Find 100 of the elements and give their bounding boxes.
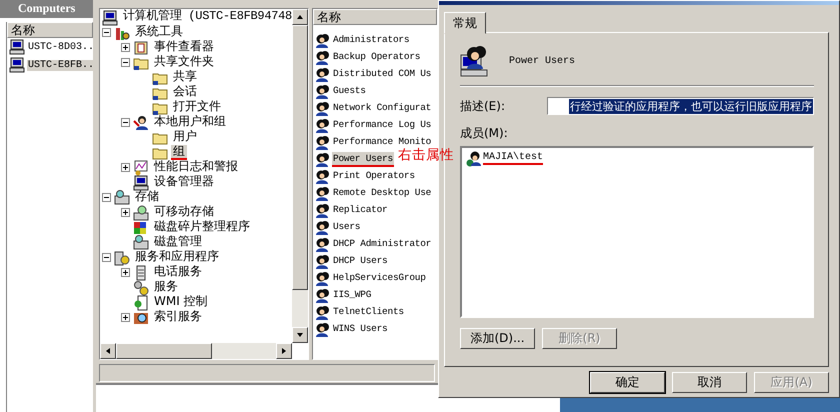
- users-icon: [315, 202, 331, 218]
- scroll-right-icon[interactable]: [280, 347, 288, 355]
- users-icon: [315, 220, 331, 236]
- tree-item[interactable]: 用户: [171, 130, 199, 145]
- tree-item[interactable]: 打开文件: [171, 100, 223, 115]
- scroll-up-icon[interactable]: [296, 13, 304, 21]
- selected-text: 行经过验证的应用程序，也可以运行旧版应用程序: [569, 98, 813, 114]
- column-header[interactable]: 名称: [7, 22, 93, 38]
- expand-icon[interactable]: [121, 268, 130, 277]
- description-field[interactable]: 行经过验证的应用程序，也可以运行旧版应用程序: [547, 97, 814, 115]
- computer-item[interactable]: USTC-8D03..: [27, 42, 96, 52]
- computer-icon: [9, 57, 25, 73]
- collapse-icon[interactable]: [102, 253, 111, 262]
- group-item[interactable]: Distributed COM Us: [332, 67, 432, 82]
- users-icon: [315, 66, 331, 82]
- collapse-icon[interactable]: [102, 193, 111, 202]
- users-icon: [315, 118, 331, 134]
- group-item[interactable]: DHCP Users: [332, 254, 389, 269]
- user-icon: [133, 114, 149, 130]
- member-item[interactable]: MAJIA\test: [483, 152, 544, 165]
- computer-item[interactable]: USTC-E8FB..: [27, 60, 96, 70]
- users-icon: [315, 84, 331, 100]
- group-item[interactable]: Print Operators: [332, 169, 416, 184]
- tree-item[interactable]: 组: [171, 145, 187, 160]
- gears-icon: [133, 280, 149, 296]
- tree-item[interactable]: 计算机管理 (USTC-E8FB94748: [121, 10, 292, 25]
- computer-icon: [133, 174, 149, 190]
- tree-item[interactable]: 服务: [152, 280, 180, 295]
- tree-item[interactable]: 索引服务: [152, 310, 204, 325]
- drive-icon: [114, 190, 130, 206]
- group-item[interactable]: WINS Users: [332, 322, 389, 337]
- group-item[interactable]: Power Users: [332, 152, 394, 167]
- users-icon: [315, 288, 331, 304]
- group-item[interactable]: Network Configurat: [332, 101, 432, 116]
- expand-icon[interactable]: [121, 43, 130, 52]
- collapse-icon[interactable]: [121, 118, 130, 127]
- scroll-left-icon[interactable]: [104, 347, 112, 355]
- group-item[interactable]: Administrators: [332, 33, 410, 48]
- users-icon: [315, 152, 331, 168]
- users-icon: [315, 304, 331, 320]
- vertical-scrollbar[interactable]: [292, 9, 308, 343]
- group-item[interactable]: DHCP Administrator: [332, 237, 432, 252]
- group-item[interactable]: Remote Desktop Use: [332, 186, 432, 201]
- group-item[interactable]: Replicator: [332, 203, 389, 218]
- users-icon: [315, 50, 331, 66]
- cancel-button[interactable]: 取消: [672, 372, 747, 393]
- users-icon: [315, 168, 331, 184]
- panel-title: Computers: [0, 0, 93, 18]
- tree-item[interactable]: 存储: [133, 190, 161, 205]
- tree-item[interactable]: 设备管理器: [152, 175, 216, 190]
- collapse-icon[interactable]: [121, 58, 130, 67]
- members-list[interactable]: MAJIA\test: [460, 146, 814, 318]
- tree-item[interactable]: 共享文件夹: [152, 55, 216, 70]
- tree-item[interactable]: 系统工具: [133, 25, 185, 40]
- computer-icon: [102, 10, 118, 26]
- users-icon: [315, 186, 331, 202]
- users-icon: [315, 236, 331, 252]
- computer-icon: [9, 39, 25, 55]
- tree-item[interactable]: 可移动存储: [152, 205, 216, 220]
- users-icon: [315, 100, 331, 116]
- chart-icon: [133, 160, 149, 176]
- group-item[interactable]: HelpServicesGroup: [332, 271, 427, 286]
- tree-item[interactable]: 事件查看器: [152, 40, 216, 55]
- tree-item[interactable]: 本地用户和组: [152, 115, 228, 130]
- tree-item[interactable]: 共享: [171, 70, 199, 85]
- users-icon: [315, 270, 331, 286]
- group-item[interactable]: TelnetClients: [332, 305, 405, 320]
- expand-icon[interactable]: [121, 208, 130, 217]
- tree-item[interactable]: 磁盘管理: [152, 235, 204, 250]
- group-item[interactable]: IIS_WPG: [332, 288, 372, 303]
- tree-item[interactable]: 会话: [171, 85, 199, 100]
- ok-button[interactable]: 确定: [590, 372, 665, 393]
- group-item[interactable]: Users: [332, 220, 362, 235]
- horizontal-scrollbar[interactable]: [100, 343, 292, 359]
- drive-icon: [133, 234, 149, 250]
- users-icon: [315, 322, 331, 338]
- group-item[interactable]: Performance Log Us: [332, 118, 432, 133]
- field-label: 描述(E):: [460, 98, 505, 114]
- group-item[interactable]: Guests: [332, 84, 367, 99]
- group-item[interactable]: Backup Operators: [332, 50, 422, 65]
- tree-item[interactable]: 电话服务: [152, 265, 204, 280]
- scroll-down-icon[interactable]: [296, 331, 304, 339]
- expand-icon[interactable]: [121, 163, 130, 172]
- tree-item[interactable]: 性能日志和警报: [152, 160, 240, 175]
- collapse-icon[interactable]: [102, 28, 111, 37]
- users-icon: [315, 134, 331, 150]
- group-name: Power Users: [509, 56, 576, 66]
- server-gear-icon: [114, 250, 130, 266]
- tree-item[interactable]: WMI 控制: [152, 295, 210, 310]
- column-header[interactable]: 名称: [313, 9, 437, 25]
- field-label: 成员(M):: [460, 125, 509, 142]
- add-button[interactable]: 添加(D)...: [460, 328, 535, 349]
- user-icon: [466, 150, 482, 166]
- colored-blocks-icon: [133, 220, 149, 236]
- annotation-text: 右击属性: [398, 146, 454, 164]
- tree-item[interactable]: 磁盘碎片整理程序: [152, 220, 252, 235]
- users-icon: [315, 254, 331, 270]
- tree-item[interactable]: 服务和应用程序: [133, 250, 221, 265]
- tab[interactable]: 常规: [444, 12, 486, 34]
- expand-icon[interactable]: [121, 313, 130, 322]
